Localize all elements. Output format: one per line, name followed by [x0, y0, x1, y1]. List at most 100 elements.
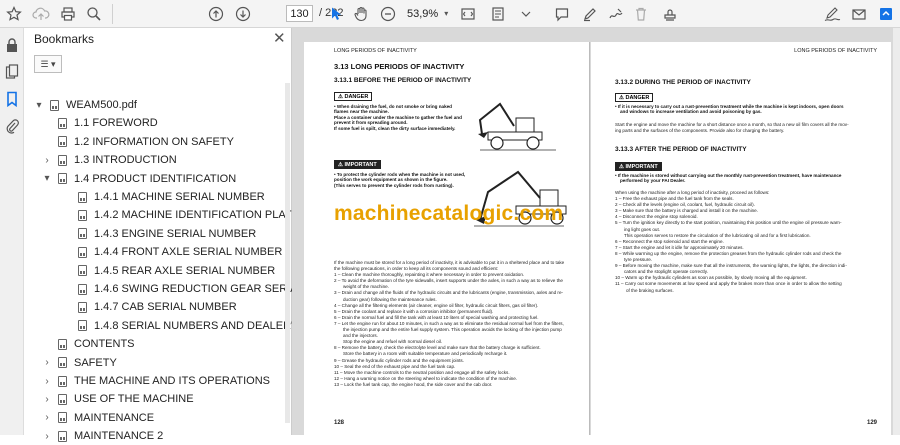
hand-tool-icon[interactable] [351, 3, 371, 25]
text-line: 4 – Change all the filtering elements (a… [334, 302, 539, 308]
bookmark-item[interactable]: › MAINTENANCE 2 [42, 427, 163, 445]
comment-icon[interactable] [552, 3, 572, 25]
bookmark-label: WEAM500.pdf [66, 99, 137, 111]
page-thumbnails-icon[interactable] [5, 64, 19, 80]
bookmark-icon [58, 136, 67, 148]
bookmark-label: 1.3 INTRODUCTION [74, 154, 177, 167]
pdf-page-left: LONG PERIODS OF INACTIVITY 3.13 LONG PER… [304, 42, 590, 435]
subsection-title: 3.13.1 BEFORE THE PERIOD OF INACTIVITY [334, 77, 472, 84]
bookmark-label: CONTENTS [74, 338, 135, 351]
chevron-right-icon[interactable]: › [42, 431, 52, 442]
chevron-right-icon[interactable]: › [42, 376, 52, 387]
instructions-list: When using the machine after a long peri… [615, 190, 847, 294]
bookmark-label: 1.4.4 FRONT AXLE SERIAL NUMBER [94, 246, 283, 259]
chevron-right-icon[interactable]: › [42, 155, 52, 166]
next-page-icon[interactable] [233, 3, 253, 25]
share-email-icon[interactable] [849, 3, 869, 25]
document-viewer: LONG PERIODS OF INACTIVITY 3.13 LONG PER… [292, 28, 900, 435]
danger-tag: ⚠ DANGER [615, 93, 654, 102]
bookmark-item[interactable]: › SAFETY [42, 354, 116, 372]
bookmark-item[interactable]: 1.4.5 REAR AXLE SERIAL NUMBER [62, 262, 275, 280]
fit-page-icon[interactable] [458, 3, 478, 25]
page-display-icon[interactable] [488, 3, 508, 25]
bookmark-label: 1.4.5 REAR AXLE SERIAL NUMBER [94, 264, 276, 277]
bookmark-icon [78, 301, 87, 313]
expand-toolbar-icon[interactable] [876, 3, 896, 25]
bookmark-item[interactable]: 1.4.3 ENGINE SERIAL NUMBER [62, 225, 256, 243]
print-icon[interactable] [58, 3, 78, 25]
bookmark-icon [58, 338, 67, 350]
bookmark-label: 1.4.7 CAB SERIAL NUMBER [94, 301, 237, 314]
text-line: (This serves to prevent the cylinder rod… [334, 182, 454, 188]
important-tag-label: IMPORTANT [344, 162, 377, 168]
bookmark-options-button[interactable]: ☰ ▾ [34, 55, 62, 73]
bookmark-icon [58, 117, 67, 129]
danger-tag-label: DANGER [344, 94, 369, 100]
pdf-page-right: LONG PERIODS OF INACTIVITY 3.13.2 DURING… [591, 42, 891, 435]
select-cursor-icon[interactable] [326, 3, 346, 25]
previous-page-icon[interactable] [206, 3, 226, 25]
chevron-down-icon: ▾ [444, 9, 449, 18]
danger-tag: ⚠ DANGER [334, 92, 373, 101]
section-title: 3.13 LONG PERIODS OF INACTIVITY [334, 62, 465, 71]
bookmark-item[interactable]: ▾ 1.4 PRODUCT IDENTIFICATION [42, 170, 236, 188]
zoom-out-icon[interactable] [378, 3, 398, 25]
toolbar: 130 / 222 53,9% ▾ [0, 0, 900, 28]
sign-icon[interactable] [823, 3, 843, 25]
paragraph: Start the engine and move the machine fo… [615, 122, 849, 134]
bookmark-label: 1.4 PRODUCT IDENTIFICATION [74, 172, 237, 185]
bookmark-item[interactable]: › USE OF THE MACHINE [42, 390, 193, 408]
bookmark-item[interactable]: › MAINTENANCE [42, 409, 154, 427]
bookmark-item[interactable]: CONTENTS [42, 335, 135, 353]
zoom-search-icon[interactable] [84, 3, 104, 25]
watermark: machinecatalogic.com [334, 202, 564, 225]
more-tools-icon[interactable] [516, 3, 536, 25]
instructions-list: If the machine must be stored for a long… [334, 260, 564, 388]
cloud-upload-icon[interactable] [31, 3, 51, 25]
bookmark-root[interactable]: ▾ WEAM500.pdf [34, 96, 137, 114]
star-icon[interactable] [4, 3, 24, 25]
bookmark-item[interactable]: 1.4.2 MACHINE IDENTIFICATION PLATE [62, 206, 299, 224]
text-line: 3 – Drain and change all the fluids of t… [334, 290, 564, 296]
chevron-down-icon[interactable]: ▾ [34, 100, 44, 111]
bookmarks-panel-title: Bookmarks [34, 32, 95, 46]
bookmarks-panel: Bookmarks ✕ ☰ ▾ ▾ WEAM500.pdf 1.1 FOREWORD… [24, 28, 356, 442]
bookmark-icon [78, 191, 87, 203]
text-line: of the braking surfaces. [626, 287, 674, 293]
stamp-icon[interactable] [660, 3, 680, 25]
bookmark-item[interactable]: 1.4.4 FRONT AXLE SERIAL NUMBER [62, 243, 282, 261]
text-line: If some fuel is spilt, clean the dirty s… [334, 125, 456, 131]
bookmark-icon [58, 173, 67, 185]
chevron-right-icon[interactable]: › [42, 412, 52, 423]
bookmark-item[interactable]: › THE MACHINE AND ITS OPERATIONS [42, 372, 270, 390]
chevron-right-icon[interactable]: › [42, 394, 52, 405]
lock-icon[interactable] [5, 37, 19, 53]
attachment-icon[interactable] [5, 118, 19, 134]
bookmark-label: MAINTENANCE 2 [74, 430, 164, 443]
bookmark-item[interactable]: 1.4.7 CAB SERIAL NUMBER [62, 298, 237, 316]
important-text: • If the machine is stored without carry… [615, 173, 842, 184]
text-line: 13 – Lock the fuel tank cap, the engine … [334, 381, 493, 387]
viewer-scrollbar[interactable] [893, 28, 900, 435]
text-line: 11 – Carry out some movements at low spe… [615, 281, 842, 287]
bookmark-label: MAINTENANCE [74, 411, 155, 424]
bookmark-item[interactable]: 1.1 FOREWORD [42, 114, 158, 132]
bookmark-icon [58, 430, 67, 442]
chevron-down-icon[interactable]: ▾ [42, 173, 52, 184]
bookmark-icon[interactable] [5, 91, 19, 108]
page-number-input[interactable]: 130 [286, 5, 313, 22]
page-number-left: 128 [334, 420, 345, 426]
delete-icon[interactable] [631, 3, 651, 25]
text-line: 5 – Turn the ignition key directly to th… [615, 220, 842, 226]
bookmark-item[interactable]: 1.2 INFORMATION ON SAFETY [42, 133, 234, 151]
zoom-level-select[interactable]: 53,9% ▾ [403, 5, 455, 22]
danger-text: • When draining the fuel, do not smoke o… [334, 104, 462, 131]
highlight-pen-icon[interactable] [580, 3, 600, 25]
bookmark-item[interactable]: 1.4.1 MACHINE SERIAL NUMBER [62, 188, 265, 206]
bookmark-item[interactable]: › 1.3 INTRODUCTION [42, 151, 177, 169]
chevron-right-icon[interactable]: › [42, 357, 52, 368]
draw-icon[interactable] [606, 3, 626, 25]
close-icon[interactable]: ✕ [273, 29, 286, 47]
panel-scrollbar[interactable] [285, 83, 290, 423]
bookmark-label: 1.4.1 MACHINE SERIAL NUMBER [94, 191, 265, 203]
